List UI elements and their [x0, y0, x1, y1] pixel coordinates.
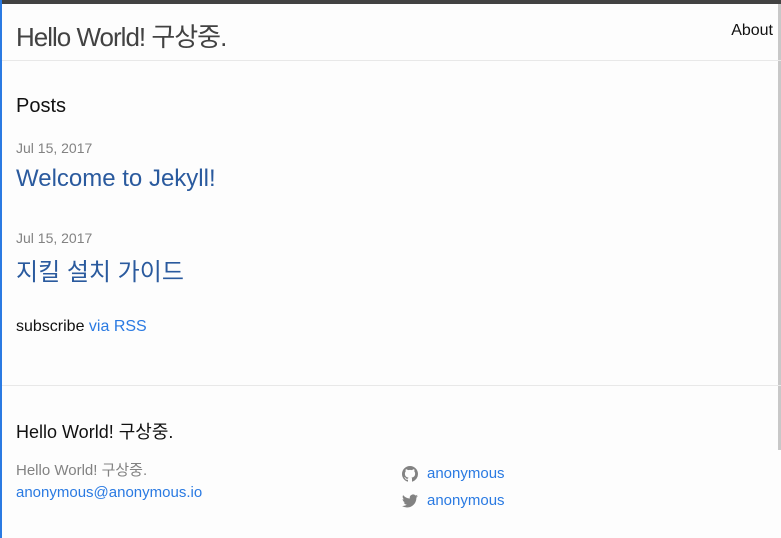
footer-email-link[interactable]: anonymous@anonymous.io — [16, 482, 202, 504]
github-icon — [402, 465, 418, 482]
rss-link[interactable]: via RSS — [89, 318, 147, 335]
footer-contact: Hello World! 구상중. anonymous@anonymous.io — [16, 460, 202, 504]
post-date: Jul 15, 2017 — [16, 230, 93, 246]
post-link[interactable]: Welcome to Jekyll! — [16, 165, 216, 193]
subscribe-label: subscribe — [16, 318, 89, 335]
github-link[interactable]: anonymous — [402, 460, 505, 487]
subscribe-text: subscribe via RSS — [16, 318, 147, 336]
footer-heading: Hello World! 구상중. — [16, 422, 174, 442]
twitter-icon — [402, 493, 418, 507]
site-header: Hello World! 구상중. About — [2, 4, 781, 61]
post-date: Jul 15, 2017 — [16, 140, 93, 156]
site-footer: Hello World! 구상중. Hello World! 구상중. anon… — [2, 385, 781, 538]
nav-about-link[interactable]: About — [731, 22, 773, 40]
twitter-link[interactable]: anonymous — [402, 487, 505, 514]
footer-name: Hello World! 구상중. — [16, 462, 148, 479]
page: Hello World! 구상중. About Posts Jul 15, 20… — [0, 0, 781, 538]
site-title-link[interactable]: Hello World! 구상중. — [16, 17, 227, 54]
twitter-username: anonymous — [427, 492, 505, 509]
post-link[interactable]: 지킬 설치 가이드 — [16, 252, 184, 287]
post-list-heading: Posts — [16, 95, 67, 117]
github-username: anonymous — [427, 465, 505, 482]
social-links: anonymous anonymous — [402, 460, 505, 514]
